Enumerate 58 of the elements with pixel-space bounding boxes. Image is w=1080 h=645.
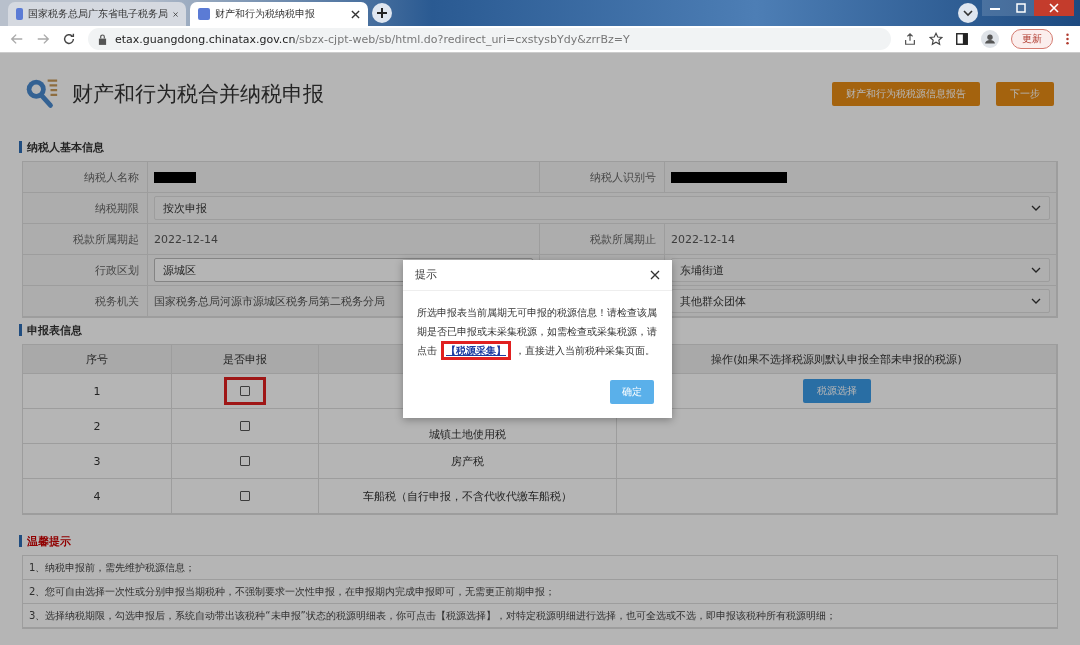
new-tab-icon[interactable] bbox=[372, 3, 392, 23]
update-button[interactable]: 更新 bbox=[1011, 29, 1053, 49]
chevron-down-icon bbox=[1031, 298, 1041, 304]
chevron-down-icon bbox=[1031, 205, 1041, 211]
column-header: 操作(如果不选择税源则默认申报全部未申报的税源) bbox=[711, 351, 962, 367]
tab-search-icon[interactable] bbox=[958, 3, 978, 23]
field-label: 纳税人识别号 bbox=[590, 169, 656, 185]
column-header: 是否申报 bbox=[223, 351, 267, 367]
tab-title: 财产和行为税纳税申报 bbox=[215, 7, 316, 21]
row-number: 4 bbox=[93, 489, 101, 503]
more-icon[interactable] bbox=[1065, 32, 1070, 46]
row-number: 3 bbox=[93, 454, 101, 468]
column-header: 序号 bbox=[86, 351, 108, 367]
field-label: 纳税期限 bbox=[95, 200, 139, 216]
tip-text: 1、纳税申报前，需先维护税源信息； bbox=[23, 556, 1057, 580]
tax-name: 车船税（自行申报，不含代收代缴车船税） bbox=[363, 488, 572, 504]
address-bar[interactable]: etax.guangdong.chinatax.gov.cn/sbzx-cjpt-web/sb/html.do?redirect_uri=cxstysbYdy&zrrBz=Y bbox=[88, 28, 891, 50]
browser-tab[interactable]: 国家税务总局广东省电子税务局 bbox=[8, 2, 186, 26]
tax-name: 房产税 bbox=[451, 453, 484, 469]
close-icon[interactable] bbox=[351, 9, 360, 19]
share-icon[interactable] bbox=[903, 32, 917, 46]
field-value: 国家税务总局河源市源城区税务局第二税务分局 bbox=[154, 293, 385, 309]
redaction-bar bbox=[154, 171, 196, 183]
field-label: 税款所属期起 bbox=[73, 231, 139, 247]
checkbox[interactable] bbox=[240, 456, 250, 466]
reload-icon[interactable] bbox=[62, 32, 76, 46]
field-label: 税务机关 bbox=[95, 293, 139, 309]
profile-icon[interactable] bbox=[981, 30, 999, 48]
site-icon bbox=[198, 8, 210, 20]
browser-tab[interactable]: 财产和行为税纳税申报 bbox=[190, 2, 368, 26]
field-value: 2022-12-14 bbox=[671, 232, 735, 246]
field-value: 2022-12-14 bbox=[154, 232, 218, 246]
checkbox[interactable] bbox=[240, 386, 250, 396]
dropdown-field[interactable]: 东埔街道 bbox=[671, 258, 1050, 282]
lock-icon bbox=[98, 33, 107, 45]
dialog-title: 提示 bbox=[415, 268, 437, 282]
checkbox[interactable] bbox=[240, 491, 250, 501]
tip-text: 3、选择纳税期限，勾选申报后，系统自动带出该税种“未申报”状态的税源明细表，你可点击【税源选择】，对特定税源明细进行选择，也可全选或不选，即申报该税种所有税源明细； bbox=[23, 604, 1057, 628]
site-icon bbox=[16, 8, 23, 20]
star-icon[interactable] bbox=[929, 32, 943, 46]
dropdown-field[interactable]: 按次申报 bbox=[154, 196, 1050, 220]
tab-title: 国家税务总局广东省电子税务局 bbox=[27, 7, 168, 21]
row-number: 1 bbox=[93, 384, 101, 398]
checkbox[interactable] bbox=[240, 421, 250, 431]
chevron-down-icon bbox=[1031, 267, 1041, 273]
row-number: 2 bbox=[93, 419, 101, 433]
dropdown-field[interactable]: 其他群众团体 bbox=[671, 289, 1050, 313]
field-label: 税款所属期止 bbox=[590, 231, 656, 247]
dialog-message: 所选申报表当前属期无可申报的税源信息！请检查该属期是否已申报或未采集税源，如需检查或采集税源，请点击 【税源采集】 ，直接进入当前税种采集页面。 bbox=[403, 291, 672, 366]
close-icon[interactable] bbox=[650, 270, 660, 280]
section-heading: 纳税人基本信息 bbox=[19, 141, 1058, 153]
side-panel-icon[interactable] bbox=[955, 32, 969, 46]
field-label: 行政区划 bbox=[95, 262, 139, 278]
field-label: 纳税人名称 bbox=[84, 169, 139, 185]
section-heading: 温馨提示 bbox=[19, 535, 1058, 547]
tax-name: 城镇土地使用税 bbox=[429, 426, 506, 442]
tip-text: 2、您可自由选择一次性或分别申报当期税种，不强制要求一次性申报，在申报期内完成申报即可，无需更正前期申报； bbox=[23, 580, 1057, 604]
page-title: 财产和行为税合并纳税申报 bbox=[72, 81, 324, 108]
